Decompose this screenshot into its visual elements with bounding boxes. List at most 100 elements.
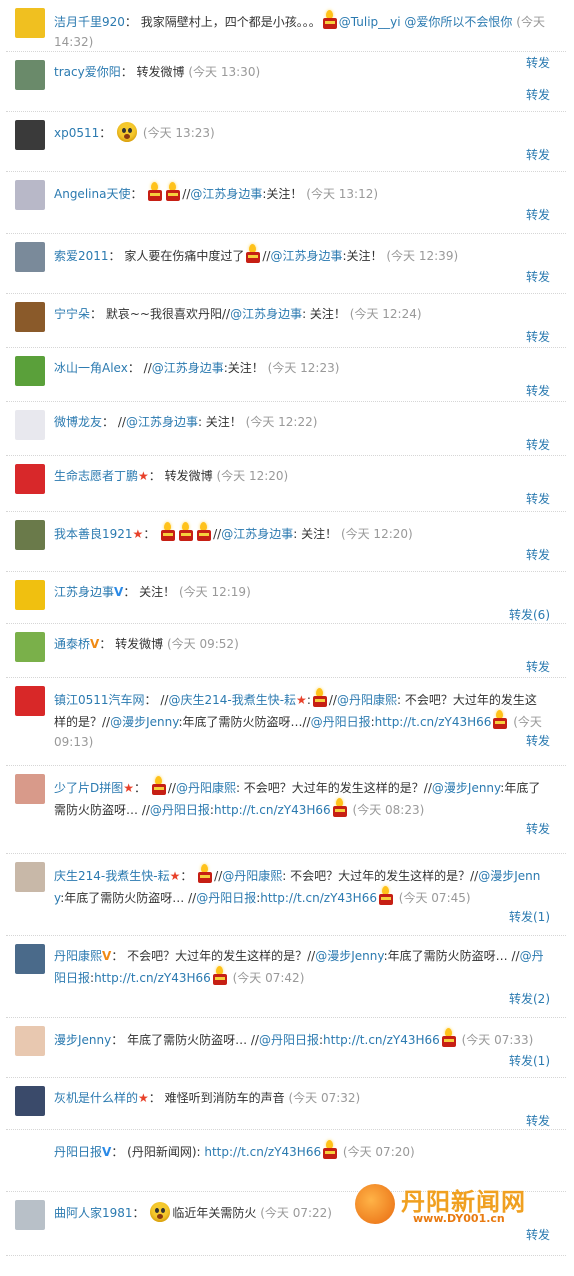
user-name-link[interactable]: 冰山一角Alex [54,361,128,375]
avatar[interactable] [15,1200,45,1230]
candle-body-icon [378,894,393,905]
user-name-link[interactable]: 索爱2011 [54,249,109,263]
avatar[interactable] [15,862,45,892]
candle-body-icon [212,974,227,985]
user-name-link[interactable]: tracy爱你阳 [54,65,121,79]
repost-button[interactable]: 转发 [526,1112,550,1129]
repost-button[interactable]: 转发 [526,146,550,163]
mention-link[interactable]: @Tulip__yi [339,15,401,29]
avatar[interactable] [15,686,45,716]
avatar[interactable] [15,410,45,440]
avatar[interactable] [15,1026,45,1056]
mention-link[interactable]: @江苏身边事 [152,361,224,375]
post-content: xp0511： (今天 13:23) [54,112,548,143]
user-name-link[interactable]: 漫步Jenny [54,1033,111,1047]
avatar[interactable] [15,774,45,804]
mention-link[interactable]: @江苏身边事 [126,415,198,429]
repost-button[interactable]: 转发 [526,732,550,749]
avatar[interactable] [15,1086,45,1116]
repost-button[interactable]: 转发 [526,382,550,399]
user-name-link[interactable]: 丹阳日报 [54,1145,102,1159]
user-name-link[interactable]: Angelina天使 [54,187,130,201]
mention-link[interactable]: @庆生214-我煮生快-耘 [168,693,296,707]
post-content: 漫步Jenny： 年底了需防火防盗呀… //@丹阳日报:http://t.cn/… [54,1018,548,1050]
post-timestamp: (今天 07:20) [342,1145,415,1159]
user-name-link[interactable]: 镇江0511汽车网 [54,693,145,707]
post-timestamp: (今天 12:22) [245,415,318,429]
avatar[interactable] [15,356,45,386]
post-timestamp: (今天 12:39) [386,249,459,263]
candle-body-icon [148,190,163,201]
mention-link[interactable]: @漫步Jenny [110,715,178,729]
repost-button[interactable]: 转发 [526,820,550,837]
mention-link[interactable]: http://t.cn/zY43H66 [260,891,377,905]
avatar[interactable] [15,180,45,210]
mention-link[interactable]: @漫步Jenny [315,949,383,963]
avatar[interactable] [15,242,45,272]
repost-button[interactable]: 转发 [526,436,550,453]
mention-link[interactable]: @漫步Jenny [432,781,500,795]
avatar[interactable] [15,302,45,332]
colon-separator: ： [124,15,141,29]
repost-button[interactable]: 转发(6) [509,606,550,623]
mention-link[interactable]: http://t.cn/zY43H66 [204,1145,321,1159]
user-name-link[interactable]: 我本善良1921 [54,527,133,541]
user-name-link[interactable]: 微博龙友 [54,415,102,429]
user-name-link[interactable]: 通泰桥 [54,637,90,651]
list-item: 我本善良1921★： //@江苏身边事: 关注！ (今天 12:20) 转发 [6,512,566,572]
avatar[interactable] [15,580,45,610]
avatar[interactable] [15,944,45,974]
repost-button[interactable]: 转发 [526,328,550,345]
avatar[interactable] [15,8,45,38]
user-name-link[interactable]: 庆生214-我煮生快-耘 [54,869,170,883]
mention-link[interactable]: @江苏身边事 [230,307,302,321]
mention-link[interactable]: @丹阳日报 [196,891,256,905]
mention-link[interactable]: http://t.cn/zY43H66 [323,1033,440,1047]
mention-link[interactable]: @江苏身边事 [270,249,342,263]
candle-icon [441,1028,457,1048]
user-name-link[interactable]: 宁宁朵 [54,307,90,321]
repost-button[interactable]: 转发 [526,268,550,285]
user-name-link[interactable]: 洁月千里920 [54,15,125,29]
colon-separator: ： [143,527,160,541]
post-content: 宁宁朵： 默哀~~我很喜欢丹阳//@江苏身边事: 关注！ (今天 12:24) [54,294,548,324]
post-text: :年底了需防火防盗呀… // [383,949,520,963]
avatar[interactable] [15,464,45,494]
post-content: Angelina天使： //@江苏身边事:关注！ (今天 13:12) [54,172,548,204]
mention-link[interactable]: http://t.cn/zY43H66 [214,803,331,817]
repost-button[interactable]: 转发 [526,86,550,103]
user-name-link[interactable]: 灰机是什么样的 [54,1091,138,1105]
colon-separator: ： [108,249,125,263]
verified-v-icon: V [102,949,112,963]
mention-link[interactable]: @江苏身边事 [190,187,262,201]
mention-link[interactable]: @丹阳日报 [259,1033,319,1047]
repost-button[interactable]: 转发(2) [509,990,550,1007]
user-name-link[interactable]: xp0511 [54,126,99,140]
user-name-link[interactable]: 丹阳康熙 [54,949,102,963]
colon-separator: ： [90,307,106,321]
avatar[interactable] [15,632,45,662]
repost-button[interactable]: 转发(1) [509,908,550,925]
repost-button[interactable]: 转发 [526,490,550,507]
mention-link[interactable]: @丹阳康熙 [176,781,236,795]
mention-link[interactable]: @丹阳康熙 [337,693,397,707]
mention-link[interactable]: @爱你所以不会恨你 [404,15,512,29]
avatar[interactable] [15,120,45,150]
mention-link[interactable]: http://t.cn/zY43H66 [94,971,211,985]
avatar[interactable] [15,1138,45,1168]
user-name-link[interactable]: 生命志愿者丁鹏 [54,469,138,483]
avatar[interactable] [15,60,45,90]
mention-link[interactable]: http://t.cn/zY43H66 [375,715,492,729]
repost-button[interactable]: 转发 [526,546,550,563]
user-name-link[interactable]: 曲阿人家1981 [54,1206,133,1220]
mention-link[interactable]: @丹阳日报 [311,715,371,729]
user-name-link[interactable]: 江苏身边事 [54,585,114,599]
mention-link[interactable]: @丹阳康熙 [222,869,282,883]
repost-button[interactable]: 转发 [526,206,550,223]
user-name-link[interactable]: 少了片D拼图 [54,781,123,795]
repost-button[interactable]: 转发 [526,658,550,675]
avatar[interactable] [15,520,45,550]
repost-button[interactable]: 转发(1) [509,1052,550,1069]
mention-link[interactable]: @丹阳日报 [150,803,210,817]
mention-link[interactable]: @江苏身边事 [221,527,293,541]
